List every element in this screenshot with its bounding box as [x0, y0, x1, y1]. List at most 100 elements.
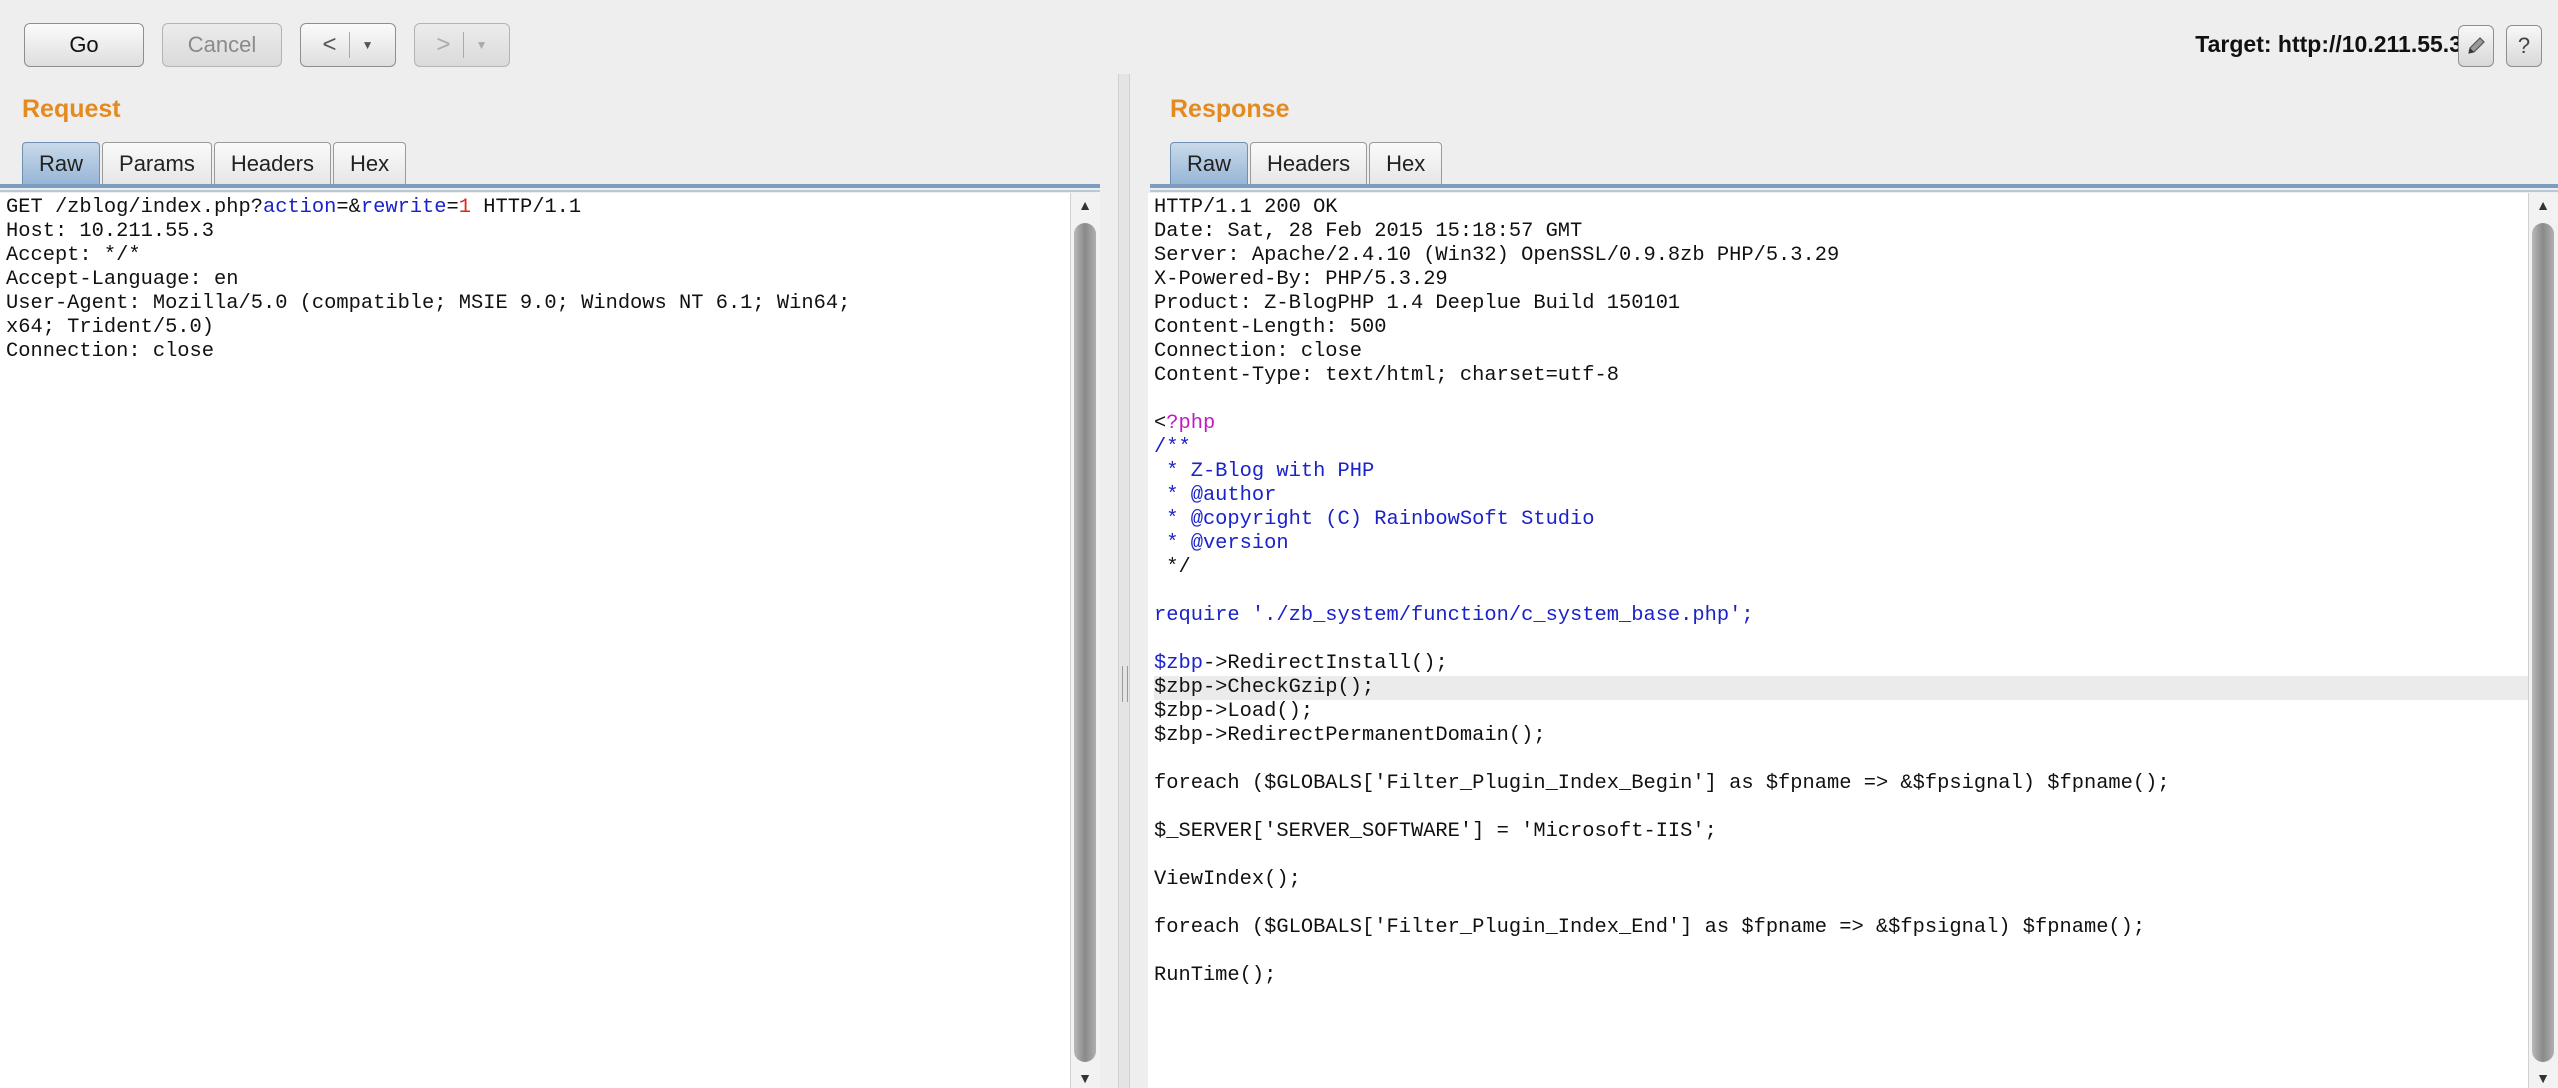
go-button[interactable]: Go	[24, 23, 144, 67]
help-icon: ?	[2517, 33, 2531, 58]
code-line: */	[1154, 556, 2528, 580]
code-token: HTTP/1.1 200 OK	[1154, 196, 1338, 219]
code-token: 1	[458, 196, 472, 219]
cancel-button-label: Cancel	[187, 32, 257, 57]
request-tabs: Raw Params Headers Hex	[22, 142, 408, 184]
code-token: =	[446, 196, 459, 219]
divider	[348, 32, 350, 58]
code-token: x64; Trident/5.0)	[6, 316, 215, 339]
chevron-left-icon: <	[322, 31, 337, 58]
code-line: Product: Z-BlogPHP 1.4 Deeplue Build 150…	[1154, 292, 2528, 316]
response-title: Response	[1170, 95, 1290, 123]
request-tab-raw[interactable]: Raw	[22, 142, 101, 184]
code-token: <	[1154, 412, 1167, 435]
request-tab-hex[interactable]: Hex	[332, 142, 407, 184]
code-line: /**	[1154, 436, 2528, 460]
request-tab-underline	[0, 184, 1100, 188]
toolbar: Go Cancel < ▼ > ▼ Target: http://10.211.…	[0, 0, 2558, 78]
scroll-up-icon[interactable]: ▲	[1071, 197, 1099, 213]
scroll-down-icon[interactable]: ▼	[2529, 1070, 2557, 1086]
request-tab-headers[interactable]: Headers	[213, 142, 331, 184]
scroll-up-icon[interactable]: ▲	[2529, 197, 2557, 213]
code-line: Content-Type: text/html; charset=utf-8	[1154, 364, 2528, 388]
code-token: /**	[1154, 436, 1191, 459]
response-code[interactable]: HTTP/1.1 200 OK Date: Sat, 28 Feb 2015 15…	[1148, 193, 2528, 988]
code-token: * @version	[1154, 532, 1289, 555]
code-token: Connection: close	[1154, 340, 1363, 363]
code-line: require './zb_system/function/c_system_b…	[1154, 604, 2528, 628]
code-token: * @author	[1154, 484, 1277, 507]
code-token: HTTP/1.1	[471, 196, 582, 219]
code-line: Date: Sat, 28 Feb 2015 15:18:57 GMT	[1154, 220, 2528, 244]
divider	[0, 190, 1100, 192]
request-editor[interactable]: GET /zblog/index.php?action=&rewrite=1 H…	[0, 193, 1070, 1088]
request-tab-params[interactable]: Params	[102, 142, 212, 184]
code-token: foreach ($GLOBALS['Filter_Plugin_Index_B…	[1154, 772, 2170, 795]
response-scrollbar[interactable]: ▲ ▼	[2528, 193, 2558, 1088]
code-token: * Z-Blog with PHP	[1154, 460, 1375, 483]
code-token: Host: 10.211.55.3	[6, 220, 215, 243]
code-token: Server: Apache/2.4.10 (Win32) OpenSSL/0.…	[1154, 244, 1840, 267]
go-button-label: Go	[69, 32, 99, 57]
request-scrollbar[interactable]: ▲ ▼	[1070, 193, 1100, 1088]
code-token: Content-Type: text/html; charset=utf-8	[1154, 364, 1619, 387]
code-line: $zbp->RedirectInstall();	[1154, 652, 2528, 676]
chevron-down-icon[interactable]: ▼	[476, 38, 488, 52]
code-token: foreach ($GLOBALS['Filter_Plugin_Index_E…	[1154, 916, 2146, 939]
code-line: * @version	[1154, 532, 2528, 556]
code-line: Accept: */*	[6, 244, 1070, 268]
code-token: Content-Length: 500	[1154, 316, 1387, 339]
response-editor[interactable]: HTTP/1.1 200 OK Date: Sat, 28 Feb 2015 15…	[1148, 193, 2528, 1088]
cancel-button[interactable]: Cancel	[162, 23, 282, 67]
scroll-thumb[interactable]	[1074, 223, 1096, 1062]
code-line: Connection: close	[6, 340, 1070, 364]
scroll-thumb[interactable]	[2532, 223, 2554, 1062]
edit-target-button[interactable]	[2458, 25, 2494, 67]
request-code[interactable]: GET /zblog/index.php?action=&rewrite=1 H…	[0, 193, 1070, 364]
code-token: $zbp->RedirectPermanentDomain();	[1154, 724, 1546, 747]
code-token: * @copyright (C) RainbowSoft Studio	[1154, 508, 1595, 531]
code-token: X-Powered-By: PHP/5.3.29	[1154, 268, 1448, 291]
code-line: $zbp->RedirectPermanentDomain();	[1154, 724, 2528, 748]
code-token: Date: Sat, 28 Feb 2015 15:18:57 GMT	[1154, 220, 1583, 243]
code-line: $zbp->CheckGzip();	[1154, 676, 2528, 700]
response-tab-raw[interactable]: Raw	[1170, 142, 1249, 184]
divider	[1150, 190, 2558, 192]
code-token: RunTime();	[1154, 964, 1277, 987]
code-line: * @copyright (C) RainbowSoft Studio	[1154, 508, 2528, 532]
code-line: Host: 10.211.55.3	[6, 220, 1070, 244]
response-tabs: Raw Headers Hex	[1170, 142, 1444, 184]
code-line: $zbp->Load();	[1154, 700, 2528, 724]
code-line: foreach ($GLOBALS['Filter_Plugin_Index_E…	[1154, 916, 2528, 940]
code-line: Accept-Language: en	[6, 268, 1070, 292]
code-line: * @author	[1154, 484, 2528, 508]
code-line: * Z-Blog with PHP	[1154, 460, 2528, 484]
help-button[interactable]: ?	[2506, 25, 2542, 67]
splitter-grip[interactable]	[1122, 666, 1128, 702]
scroll-down-icon[interactable]: ▼	[1071, 1070, 1099, 1086]
code-token: ?php	[1166, 412, 1216, 435]
pane-splitter[interactable]	[1118, 74, 1130, 1088]
request-title: Request	[22, 95, 121, 123]
response-tab-hex[interactable]: Hex	[1369, 142, 1443, 184]
code-line: Connection: close	[1154, 340, 2528, 364]
code-line: X-Powered-By: PHP/5.3.29	[1154, 268, 2528, 292]
forward-button[interactable]: > ▼	[414, 23, 510, 67]
code-line: RunTime();	[1154, 964, 2528, 988]
code-line: Content-Length: 500	[1154, 316, 2528, 340]
code-token: $_SERVER['SERVER_SOFTWARE'] = 'Microsoft…	[1154, 820, 1717, 843]
code-token: Product: Z-BlogPHP 1.4 Deeplue Build 150…	[1154, 292, 1681, 315]
response-tab-headers[interactable]: Headers	[1250, 142, 1368, 184]
code-token: rewrite	[360, 196, 447, 219]
chevron-down-icon[interactable]: ▼	[362, 38, 374, 52]
code-line: Server: Apache/2.4.10 (Win32) OpenSSL/0.…	[1154, 244, 2528, 268]
back-button[interactable]: < ▼	[300, 23, 396, 67]
